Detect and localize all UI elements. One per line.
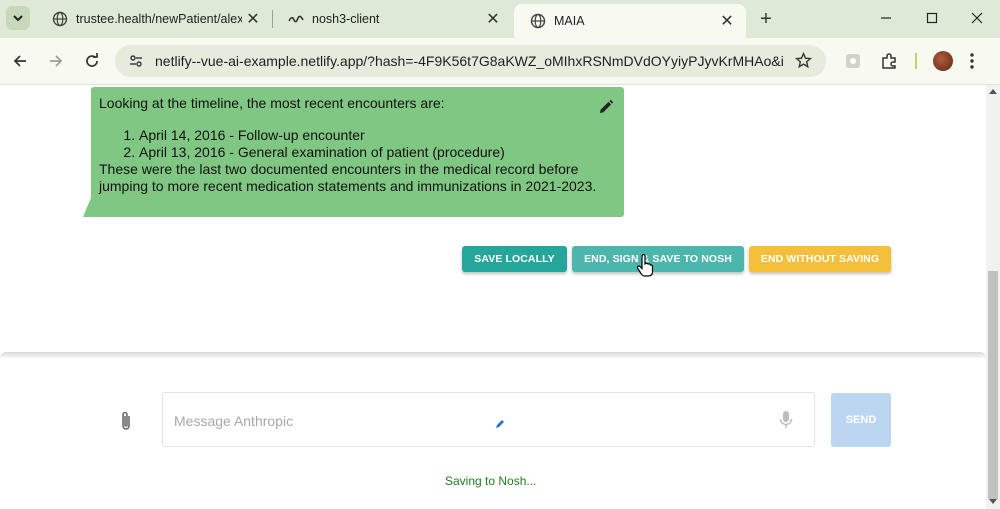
composer-divider [0, 352, 986, 358]
nosh-logo-icon [288, 11, 304, 27]
minimize-icon [881, 17, 891, 19]
maximize-button[interactable] [909, 0, 955, 36]
close-icon[interactable]: ✕ [242, 8, 264, 30]
tab-nosh3-client[interactable]: nosh3-client ✕ [272, 0, 512, 38]
assistant-message: Looking at the timeline, the most recent… [91, 87, 624, 217]
list-item: April 13, 2016 - General examination of … [139, 144, 616, 161]
tab-strip: trustee.health/newPatient/alex@ ✕ nosh3-… [0, 0, 1000, 38]
extension-icon[interactable] [843, 51, 863, 71]
chevron-down-icon [13, 15, 23, 22]
message-outro: These were the last two documented encou… [99, 161, 597, 194]
scroll-up-arrow-icon[interactable] [989, 89, 997, 94]
tab-maia[interactable]: MAIA ✕ [514, 4, 746, 38]
close-icon[interactable]: ✕ [482, 8, 504, 30]
status-message: Saving to Nosh... [445, 474, 537, 488]
list-item: April 14, 2016 - Follow-up encounter [139, 127, 616, 144]
message-intro: Looking at the timeline, the most recent… [99, 95, 445, 111]
site-info-icon[interactable] [125, 50, 147, 72]
arrow-left-icon [13, 55, 26, 67]
scroll-down-arrow-icon[interactable] [989, 499, 997, 504]
arrow-right-icon [50, 55, 63, 67]
tab-trustee[interactable]: trustee.health/newPatient/alex@ ✕ [36, 0, 272, 38]
close-icon[interactable]: ✕ [716, 10, 738, 32]
tab-title: trustee.health/newPatient/alex@ [76, 12, 242, 26]
hand-cursor-icon [636, 253, 654, 278]
new-tab-button[interactable]: + [754, 8, 778, 30]
minimize-button[interactable] [863, 0, 909, 36]
bookmark-star-icon[interactable] [794, 51, 813, 74]
end-without-saving-button[interactable]: END WITHOUT SAVING [749, 246, 891, 272]
window-close-button[interactable] [954, 0, 1000, 36]
toolbar-divider [915, 53, 917, 69]
reload-button[interactable] [79, 48, 105, 74]
page-scrollbar[interactable] [986, 85, 1000, 509]
reload-icon [86, 53, 98, 67]
browser-toolbar: netlify--vue-ai-example.netlify.app/?has… [0, 38, 1000, 85]
pencil-icon[interactable] [598, 99, 614, 115]
puzzle-icon[interactable] [879, 51, 899, 71]
send-button[interactable]: SEND [831, 393, 891, 447]
globe-icon [530, 13, 546, 29]
save-locally-button[interactable]: SAVE LOCALLY [462, 246, 567, 272]
url-text: netlify--vue-ai-example.netlify.app/?has… [155, 53, 785, 69]
scrollbar-thumb[interactable] [988, 271, 998, 499]
close-icon [971, 12, 983, 24]
page-viewport: Looking at the timeline, the most recent… [0, 85, 986, 509]
microphone-icon[interactable] [778, 410, 794, 430]
message-input-placeholder: Message Anthropic [174, 413, 294, 429]
end-sign-save-button[interactable]: END, SIGN & SAVE TO NOSH [572, 246, 744, 272]
tab-search-button[interactable] [6, 6, 30, 30]
tab-title: MAIA [554, 14, 585, 28]
avatar[interactable] [933, 51, 953, 71]
back-button[interactable] [7, 48, 33, 74]
kebab-menu-icon[interactable] [962, 51, 982, 71]
pen-icon [495, 416, 505, 428]
message-input[interactable]: Message Anthropic [162, 392, 815, 447]
address-bar[interactable]: netlify--vue-ai-example.netlify.app/?has… [115, 45, 826, 77]
maximize-icon [926, 12, 938, 24]
forward-button[interactable] [43, 48, 69, 74]
paperclip-icon[interactable] [118, 410, 134, 432]
tab-title: nosh3-client [312, 12, 380, 26]
globe-icon [52, 11, 68, 27]
encounter-list: April 14, 2016 - Follow-up encounter Apr… [99, 127, 616, 161]
